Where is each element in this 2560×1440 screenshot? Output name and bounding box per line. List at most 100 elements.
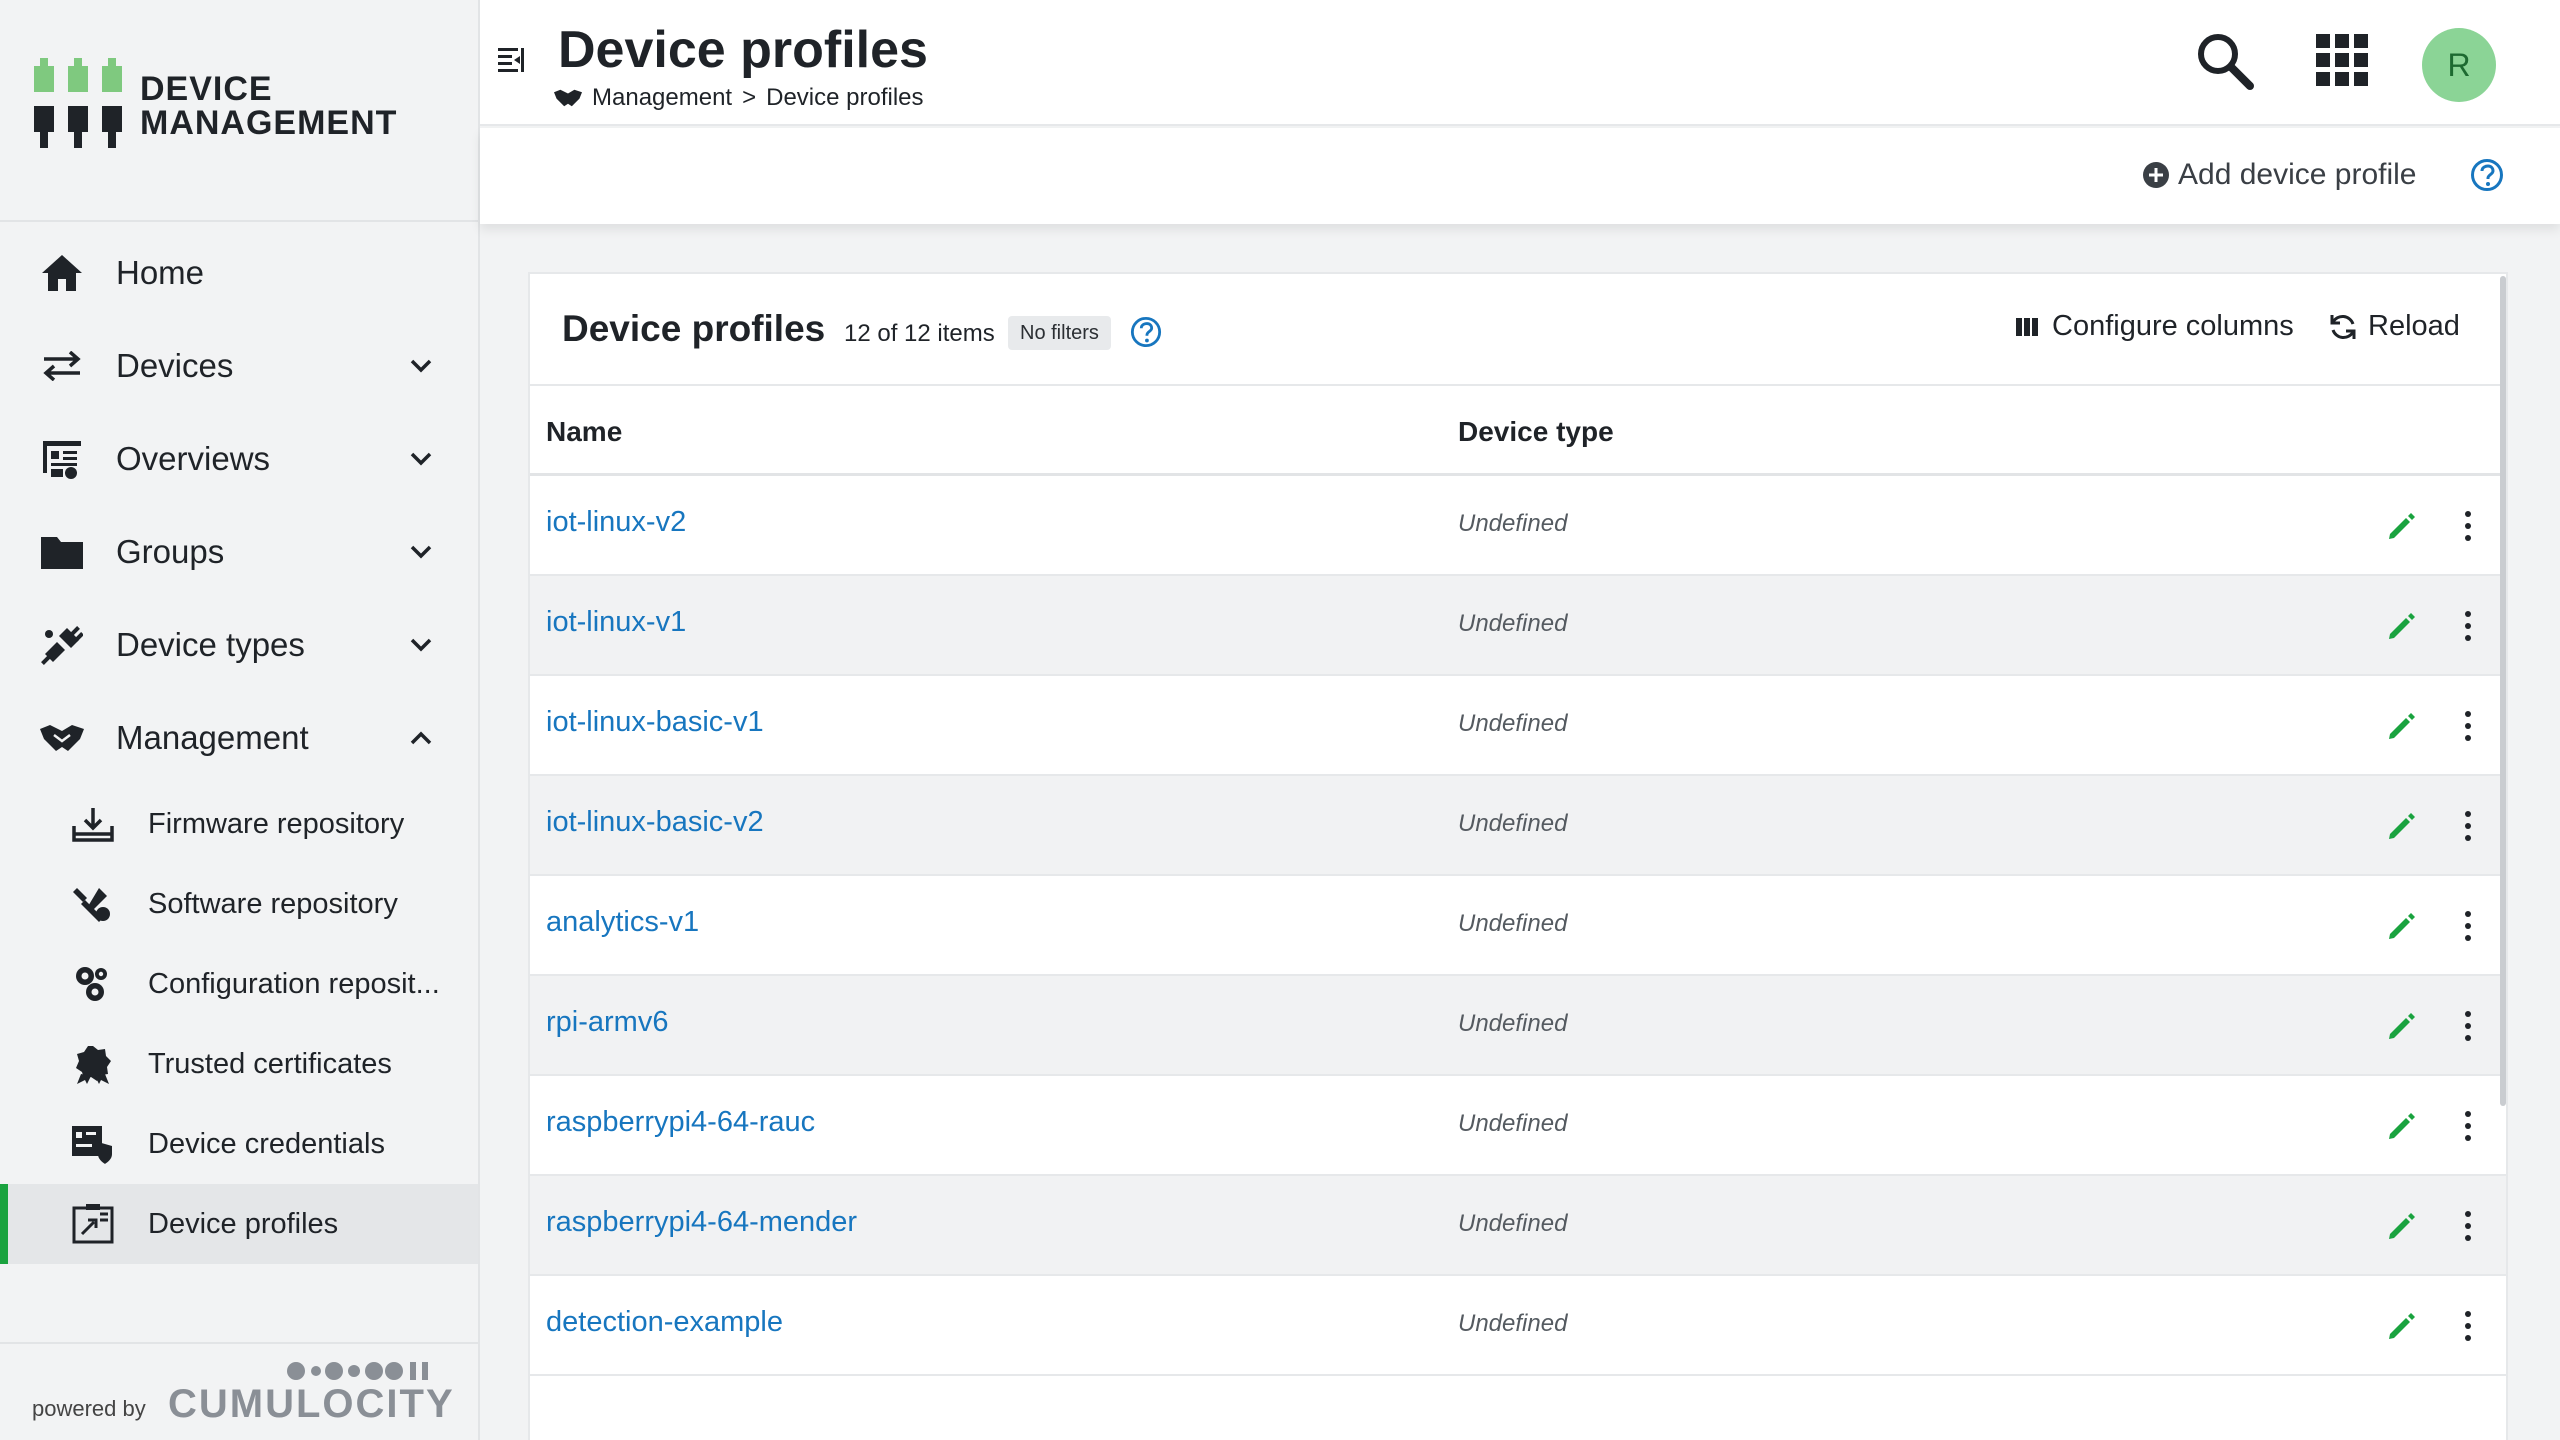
chevron-down-icon[interactable]	[406, 444, 436, 474]
user-avatar[interactable]: R	[2422, 28, 2496, 102]
sidebar-item-firmware-repository[interactable]: Firmware repository	[0, 784, 478, 864]
chevron-down-icon[interactable]	[406, 537, 436, 567]
sidebar-item-label: Device profiles	[148, 1207, 339, 1240]
sidebar-item-label: Device credentials	[148, 1127, 385, 1160]
device-profiles-card: Device profiles 12 of 12 items No filter…	[528, 272, 2508, 1440]
table-row: raspberrypi4-64-rauc Undefined	[530, 1076, 2506, 1176]
edit-pencil-icon[interactable]	[2384, 708, 2420, 744]
profile-name-link[interactable]: iot-linux-v1	[546, 606, 686, 639]
edit-pencil-icon[interactable]	[2384, 508, 2420, 544]
folder-icon	[40, 530, 84, 574]
add-device-profile-button[interactable]: Add device profile	[2142, 158, 2416, 192]
chevron-down-icon[interactable]	[406, 630, 436, 660]
sidebar-item-label: Trusted certificates	[148, 1047, 392, 1080]
more-options-icon[interactable]	[2458, 906, 2478, 946]
more-options-icon[interactable]	[2458, 806, 2478, 846]
sidebar-item-device-types[interactable]: Device types	[0, 598, 478, 691]
edit-pencil-icon[interactable]	[2384, 1108, 2420, 1144]
sidebar-item-label: Device types	[116, 625, 305, 663]
edit-pencil-icon[interactable]	[2384, 908, 2420, 944]
app-switcher-icon[interactable]	[2314, 32, 2370, 88]
handshake-icon	[554, 87, 582, 109]
sidebar-item-overviews[interactable]: Overviews	[0, 412, 478, 505]
configure-columns-button[interactable]: Configure columns	[2016, 310, 2294, 343]
profile-name-link[interactable]: detection-example	[546, 1306, 783, 1339]
action-bar: Add device profile	[480, 128, 2560, 224]
handshake-icon	[40, 716, 84, 760]
app-root: DEVICE MANAGEMENT Home Devices Overviews…	[0, 0, 2560, 1440]
sidebar-item-management[interactable]: Management	[0, 691, 478, 784]
more-options-icon[interactable]	[2458, 1306, 2478, 1346]
sidebar-item-label: Groups	[116, 532, 225, 570]
filter-badge: No filters	[1008, 316, 1111, 350]
more-options-icon[interactable]	[2458, 1206, 2478, 1246]
home-icon	[40, 251, 84, 295]
more-options-icon[interactable]	[2458, 606, 2478, 646]
help-icon[interactable]	[2470, 158, 2504, 192]
edit-pencil-icon[interactable]	[2384, 1308, 2420, 1344]
profile-name-link[interactable]: analytics-v1	[546, 906, 699, 939]
more-options-icon[interactable]	[2458, 1006, 2478, 1046]
configure-columns-label: Configure columns	[2052, 310, 2294, 342]
software-icon	[72, 883, 114, 925]
dashboard-icon	[40, 437, 84, 481]
sidebar-nav: Home Devices Overviews Groups Device typ…	[0, 226, 478, 1264]
reload-icon	[2328, 312, 2358, 342]
sidebar-item-label: Devices	[116, 346, 234, 384]
device-profile-icon	[72, 1203, 114, 1245]
profile-name-link[interactable]: iot-linux-basic-v1	[546, 706, 764, 739]
column-header-name[interactable]: Name	[546, 416, 622, 448]
device-type-cell: Undefined	[1458, 710, 1568, 737]
sidebar-item-software-repository[interactable]: Software repository	[0, 864, 478, 944]
breadcrumb: Management > Device profiles	[554, 84, 924, 112]
chevron-up-icon[interactable]	[406, 723, 436, 753]
cumulocity-wordmark: CUMULOCITY	[168, 1382, 455, 1426]
profile-name-link[interactable]: raspberrypi4-64-rauc	[546, 1106, 815, 1139]
column-header-device-type[interactable]: Device type	[1458, 416, 1614, 448]
device-type-cell: Undefined	[1458, 1010, 1568, 1037]
profile-name-link[interactable]: iot-linux-basic-v2	[546, 806, 764, 839]
reload-button[interactable]: Reload	[2328, 310, 2460, 343]
sidebar-item-devices[interactable]: Devices	[0, 319, 478, 412]
more-options-icon[interactable]	[2458, 706, 2478, 746]
brand[interactable]: DEVICE MANAGEMENT	[0, 0, 478, 222]
table-row: iot-linux-v2 Undefined	[530, 476, 2506, 576]
sidebar: DEVICE MANAGEMENT Home Devices Overviews…	[0, 0, 480, 1440]
columns-icon	[2016, 316, 2042, 338]
sidebar-toggle-icon[interactable]	[496, 44, 530, 78]
sidebar-item-label: Home	[116, 253, 205, 291]
add-device-profile-label: Add device profile	[2178, 158, 2417, 191]
edit-pencil-icon[interactable]	[2384, 1008, 2420, 1044]
sidebar-item-configuration-repository[interactable]: Configuration reposit...	[0, 944, 478, 1024]
page-title: Device profiles	[558, 21, 928, 79]
table-body: iot-linux-v2 Undefined iot-linux-v1 Unde…	[530, 476, 2506, 1376]
table-row: iot-linux-basic-v1 Undefined	[530, 676, 2506, 776]
firmware-icon	[72, 803, 114, 845]
table-row: iot-linux-basic-v2 Undefined	[530, 776, 2506, 876]
profile-name-link[interactable]: iot-linux-v2	[546, 506, 686, 539]
content-scrollbar[interactable]	[2500, 276, 2506, 1106]
chevron-down-icon[interactable]	[406, 351, 436, 381]
sidebar-item-label: Configuration reposit...	[148, 967, 440, 1000]
more-options-icon[interactable]	[2458, 1106, 2478, 1146]
profile-name-link[interactable]: rpi-armv6	[546, 1006, 668, 1039]
breadcrumb-parent-link[interactable]: Management	[592, 84, 732, 112]
more-options-icon[interactable]	[2458, 506, 2478, 546]
edit-pencil-icon[interactable]	[2384, 808, 2420, 844]
breadcrumb-separator: >	[742, 84, 757, 111]
table-row: analytics-v1 Undefined	[530, 876, 2506, 976]
credentials-icon	[72, 1123, 114, 1165]
sidebar-item-device-profiles[interactable]: Device profiles	[0, 1184, 478, 1264]
help-icon[interactable]	[1130, 316, 1162, 348]
sidebar-item-label: Firmware repository	[148, 807, 405, 840]
sidebar-item-home[interactable]: Home	[0, 226, 478, 319]
sidebar-item-groups[interactable]: Groups	[0, 505, 478, 598]
edit-pencil-icon[interactable]	[2384, 608, 2420, 644]
search-icon[interactable]	[2194, 30, 2256, 92]
device-management-logo-icon	[32, 58, 124, 155]
brand-line-1: DEVICE	[140, 70, 273, 108]
sidebar-item-device-credentials[interactable]: Device credentials	[0, 1104, 478, 1184]
edit-pencil-icon[interactable]	[2384, 1208, 2420, 1244]
sidebar-item-trusted-certificates[interactable]: Trusted certificates	[0, 1024, 478, 1104]
profile-name-link[interactable]: raspberrypi4-64-mender	[546, 1206, 857, 1239]
